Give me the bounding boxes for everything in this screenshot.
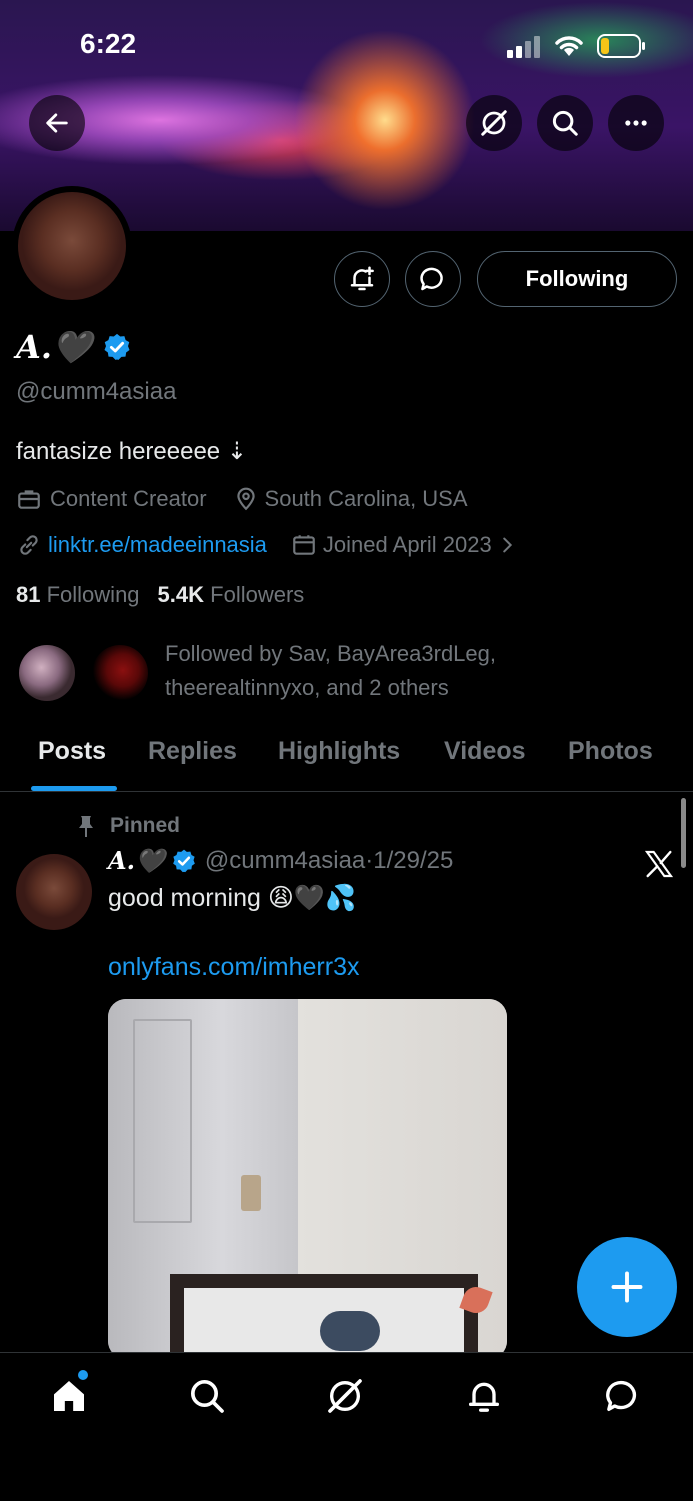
- following-label: Following: [46, 582, 140, 607]
- post-media-image[interactable]: [108, 999, 507, 1359]
- nav-home[interactable]: [39, 1366, 99, 1426]
- followed-by-text[interactable]: Followed by Sav, BayArea3rdLeg, theereal…: [165, 637, 496, 705]
- post-author-name[interactable]: A.🖤: [108, 846, 165, 875]
- message-bubble-icon: [420, 267, 443, 291]
- message-button[interactable]: [405, 251, 461, 307]
- notification-dot: [78, 1370, 88, 1380]
- grok-icon: [328, 1379, 362, 1413]
- nav-grok[interactable]: [315, 1366, 375, 1426]
- followed-by-avatar-1[interactable]: [19, 645, 75, 701]
- following-count-link[interactable]: 81 Following: [16, 582, 140, 608]
- grok-button[interactable]: [466, 95, 522, 151]
- plus-icon: [611, 1271, 643, 1303]
- back-button[interactable]: [29, 95, 85, 151]
- following-count: 81: [16, 582, 41, 607]
- signal-icon: [507, 34, 543, 63]
- back-arrow-icon: [46, 113, 68, 133]
- followed-by-avatar-2[interactable]: [92, 645, 148, 701]
- nav-search[interactable]: [177, 1366, 237, 1426]
- tab-highlights[interactable]: Highlights: [278, 737, 400, 766]
- followers-count: 5.4K: [157, 582, 205, 607]
- user-handle: @cumm4asiaa: [16, 378, 177, 405]
- following-button[interactable]: Following: [477, 251, 677, 307]
- followers-label: Followers: [210, 582, 305, 607]
- calendar-icon: [293, 535, 315, 555]
- search-icon: [552, 110, 578, 136]
- verified-badge-icon: [104, 333, 130, 360]
- more-button[interactable]: [608, 95, 664, 151]
- tab-replies[interactable]: Replies: [148, 737, 237, 766]
- post-text: good morning 😩🖤💦: [108, 884, 357, 912]
- wifi-icon: [553, 32, 585, 63]
- followed-by-line-2: theerealtinnyxo, and 2 others: [165, 675, 449, 700]
- profile-location: South Carolina, USA: [264, 486, 468, 511]
- tabs-divider: [0, 791, 693, 792]
- pinned-label: Pinned: [110, 814, 181, 837]
- tab-posts[interactable]: Posts: [38, 737, 106, 766]
- grok-icon: [481, 110, 507, 136]
- following-button-label: Following: [525, 266, 629, 291]
- join-date[interactable]: Joined April 2023: [323, 532, 492, 558]
- followed-by-line-1: Followed by Sav, BayArea3rdLeg,: [165, 641, 496, 666]
- display-name: A.🖤: [16, 328, 92, 366]
- post-link[interactable]: onlyfans.com/imherr3x: [108, 953, 359, 982]
- briefcase-icon: [18, 490, 40, 509]
- compose-post-button[interactable]: [577, 1237, 677, 1337]
- profile-link[interactable]: linktr.ee/madeeinnasia: [48, 532, 267, 558]
- post-author-handle[interactable]: @cumm4asiaa: [205, 847, 365, 875]
- bell-icon: [469, 1382, 499, 1412]
- bio-text: fantasize hereeeee ⇣: [16, 438, 247, 465]
- post-author-avatar[interactable]: [16, 854, 92, 930]
- post-verified-badge-icon: [173, 849, 195, 872]
- pin-icon: [79, 816, 93, 837]
- home-icon: [54, 1381, 84, 1411]
- more-dots-icon: [625, 120, 647, 126]
- search-button[interactable]: [537, 95, 593, 151]
- nav-notifications[interactable]: [454, 1366, 514, 1426]
- tab-videos[interactable]: Videos: [444, 737, 526, 766]
- status-time: 6:22: [80, 28, 137, 59]
- link-icon: [20, 535, 38, 555]
- search-icon: [191, 1380, 224, 1413]
- followers-count-link[interactable]: 5.4K Followers: [158, 582, 305, 608]
- scrollbar[interactable]: [681, 798, 686, 868]
- post-date[interactable]: ·1/29/25: [365, 847, 453, 875]
- location-pin-icon: [236, 487, 255, 511]
- profile-avatar[interactable]: [12, 186, 132, 306]
- battery-icon: [597, 33, 647, 64]
- profile-category: Content Creator: [50, 486, 207, 511]
- x-logo-icon[interactable]: [643, 848, 675, 885]
- nav-messages[interactable]: [593, 1366, 653, 1426]
- chevron-right-icon[interactable]: [496, 534, 518, 556]
- bottom-nav: [0, 1352, 693, 1501]
- message-bubble-icon: [606, 1380, 636, 1411]
- tab-photos[interactable]: Photos: [568, 737, 653, 766]
- bell-plus-icon: [350, 266, 374, 291]
- notifications-subscribe-button[interactable]: [334, 251, 390, 307]
